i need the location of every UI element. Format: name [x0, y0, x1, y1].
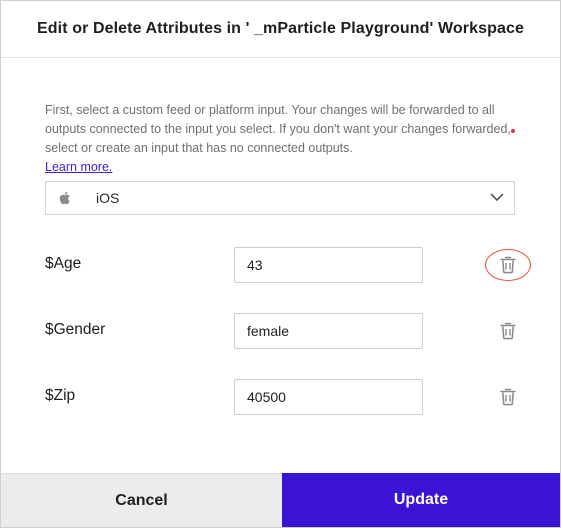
cancel-button[interactable]: Cancel — [1, 473, 282, 527]
attribute-value-input[interactable] — [234, 247, 423, 283]
trash-icon — [500, 256, 516, 274]
select-value: iOS — [96, 190, 120, 206]
attribute-name: $Zip — [45, 387, 76, 404]
dialog-header: Edit or Delete Attributes in ' _mParticl… — [1, 1, 560, 58]
update-button[interactable]: Update — [282, 473, 560, 527]
attribute-row: $Zip — [1, 379, 561, 415]
delete-attribute-button[interactable] — [485, 249, 531, 281]
attribute-name: $Age — [45, 255, 82, 272]
edit-attributes-dialog: Edit or Delete Attributes in ' _mParticl… — [0, 0, 561, 528]
apple-icon — [59, 191, 70, 205]
delete-attribute-button[interactable] — [485, 381, 531, 413]
attribute-name: $Gender — [45, 321, 106, 338]
attribute-row: $Age — [1, 247, 561, 283]
learn-more-link[interactable]: Learn more. — [45, 160, 112, 174]
dialog-footer: Cancel Update — [1, 473, 560, 527]
notification-dot — [511, 129, 515, 133]
trash-icon — [500, 388, 516, 406]
dialog-title: Edit or Delete Attributes in ' _mParticl… — [37, 20, 524, 37]
attribute-value-input[interactable] — [234, 313, 423, 349]
attribute-row: $Gender — [1, 313, 561, 349]
attribute-value-input[interactable] — [234, 379, 423, 415]
description-text: First, select a custom feed or platform … — [45, 103, 511, 155]
input-select[interactable]: iOS — [45, 181, 515, 215]
delete-attribute-button[interactable] — [485, 315, 531, 347]
chevron-down-icon — [490, 193, 504, 202]
dialog-description: First, select a custom feed or platform … — [45, 101, 515, 177]
trash-icon — [500, 322, 516, 340]
